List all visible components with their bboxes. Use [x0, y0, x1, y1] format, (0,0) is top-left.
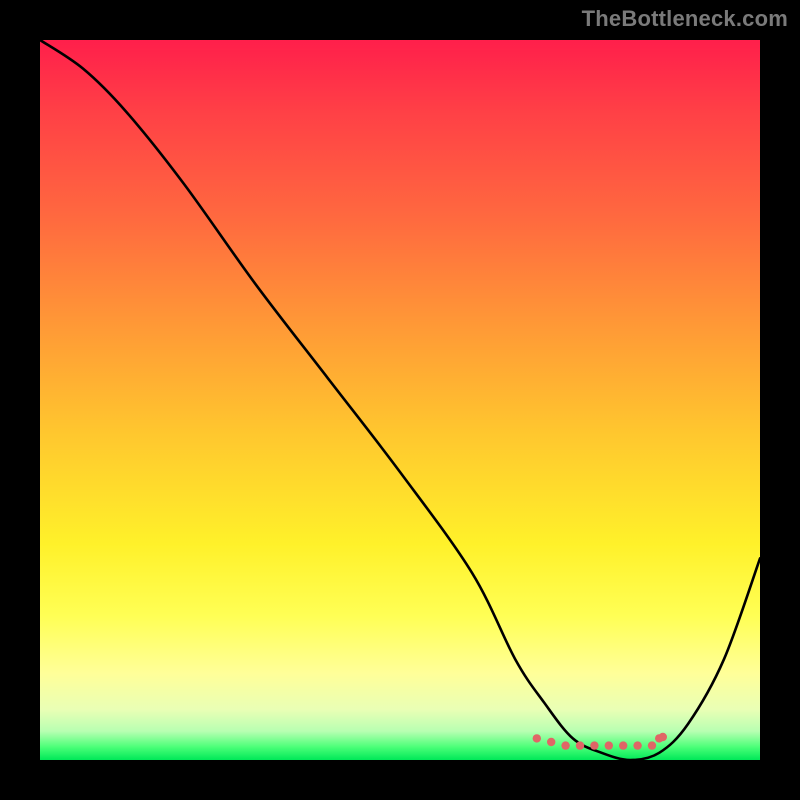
flat-region-dot: [619, 741, 627, 749]
flat-region-dot: [590, 741, 598, 749]
flat-region-markers: [533, 733, 667, 750]
flat-region-dot: [659, 733, 667, 741]
flat-region-dot: [605, 741, 613, 749]
flat-region-dot: [561, 741, 569, 749]
watermark-text: TheBottleneck.com: [582, 6, 788, 32]
flat-region-dot: [633, 741, 641, 749]
flat-region-dot: [576, 741, 584, 749]
chart-plot-area: [40, 40, 760, 760]
chart-svg: [40, 40, 760, 760]
outer-frame: TheBottleneck.com: [0, 0, 800, 800]
bottleneck-curve-line: [40, 40, 760, 760]
flat-region-dot: [533, 734, 541, 742]
flat-region-dot: [547, 738, 555, 746]
flat-region-dot: [648, 741, 656, 749]
